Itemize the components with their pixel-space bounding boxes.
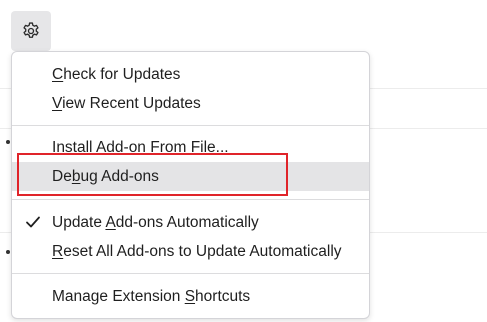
menu-item-install-addon-from-file[interactable]: Install Add-on From File... xyxy=(12,133,369,162)
settings-button[interactable] xyxy=(11,11,51,51)
menu-item-view-recent-updates[interactable]: View Recent Updates xyxy=(12,89,369,118)
checkmark-icon xyxy=(26,216,40,228)
menu-separator xyxy=(12,273,369,274)
menu-item-reset-all-addons[interactable]: Reset All Add-ons to Update Automaticall… xyxy=(12,237,369,266)
menu-separator xyxy=(12,199,369,200)
menu-item-label: Update Add-ons Automatically xyxy=(52,213,259,231)
menu-separator xyxy=(12,125,369,126)
menu-item-label: Manage Extension Shortcuts xyxy=(52,287,251,305)
menu-item-debug-addons[interactable]: Debug Add-ons xyxy=(12,162,369,191)
menu-item-label: Debug Add-ons xyxy=(52,167,159,185)
menu-item-label: View Recent Updates xyxy=(52,94,201,112)
menu-item-label: Reset All Add-ons to Update Automaticall… xyxy=(52,242,342,260)
background-bullet xyxy=(6,140,10,144)
gear-icon xyxy=(23,22,39,38)
menu-item-manage-extension-shortcuts[interactable]: Manage Extension Shortcuts xyxy=(12,282,369,311)
addons-settings-menu: Check for Updates View Recent Updates In… xyxy=(11,51,370,319)
menu-item-label: Install Add-on From File... xyxy=(52,138,229,156)
background-bullet xyxy=(6,250,10,254)
menu-item-update-addons-automatically[interactable]: Update Add-ons Automatically xyxy=(12,208,369,237)
menu-item-check-for-updates[interactable]: Check for Updates xyxy=(12,60,369,89)
menu-item-label: Check for Updates xyxy=(52,65,181,83)
screenshot-stage: Check for Updates View Recent Updates In… xyxy=(0,0,487,322)
